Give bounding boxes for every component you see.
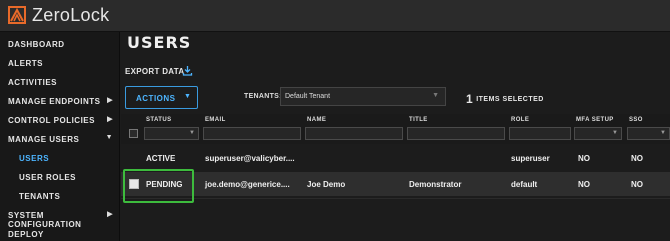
sidebar: DASHBOARD ALERTS ACTIVITIES MANAGE ENDPO…	[0, 32, 120, 241]
table-divider	[121, 198, 670, 199]
sidebar-item-label: ALERTS	[8, 59, 43, 68]
status-filter-select[interactable]: ▼	[144, 127, 199, 140]
title-filter-input[interactable]	[407, 127, 505, 140]
tenants-label: TENANTS:	[244, 93, 282, 100]
chevron-right-icon: ▶	[107, 116, 113, 123]
status-cell: ACTIVE	[146, 154, 176, 163]
tenant-select[interactable]: Default Tenant ▼	[280, 87, 446, 106]
column-header-email[interactable]: EMAIL	[205, 117, 226, 123]
selection-count: 1 ITEMS SELECTED	[466, 90, 544, 106]
mfa-filter-select[interactable]: ▼	[574, 127, 622, 140]
sidebar-item-label: CONTROL POLICIES	[8, 116, 95, 125]
table-row[interactable]: ACTIVE superuser@valicyber.... superuser…	[121, 146, 670, 170]
sidebar-item-activities[interactable]: ACTIVITIES	[0, 72, 120, 91]
table-row[interactable]: PENDING joe.demo@generice.... Joe Demo D…	[121, 172, 670, 196]
title-cell: Demonstrator	[409, 180, 462, 189]
sidebar-item-control-policies[interactable]: CONTROL POLICIES ▶	[0, 110, 120, 129]
caret-down-icon: ▼	[612, 130, 618, 136]
tenant-select-value: Default Tenant	[285, 93, 331, 100]
selection-count-number: 1	[466, 92, 474, 106]
actions-label: ACTIONS	[136, 94, 176, 103]
sidebar-item-tenants[interactable]: TENANTS	[0, 186, 120, 205]
select-all-checkbox[interactable]	[129, 129, 138, 138]
column-header-status[interactable]: STATUS	[146, 117, 172, 123]
sidebar-item-user-roles[interactable]: USER ROLES	[0, 167, 120, 186]
caret-down-icon: ▼	[184, 93, 191, 100]
sidebar-item-label: MANAGE USERS	[8, 135, 80, 144]
role-filter-input[interactable]	[509, 127, 571, 140]
column-header-role[interactable]: ROLE	[511, 117, 529, 123]
name-cell: Joe Demo	[307, 180, 346, 189]
export-data-link[interactable]: EXPORT DATA	[125, 67, 184, 76]
mfa-cell: NO	[578, 154, 590, 163]
sidebar-item-dashboard[interactable]: DASHBOARD	[0, 34, 120, 53]
sidebar-item-deploy[interactable]: DEPLOY	[0, 224, 120, 241]
name-filter-input[interactable]	[305, 127, 403, 140]
main-content: USERS EXPORT DATA ACTIONS ▼ TENANTS: Def…	[121, 32, 670, 241]
role-cell: superuser	[511, 154, 550, 163]
caret-down-icon: ▼	[189, 130, 195, 136]
column-header-sso[interactable]: SSO	[629, 117, 643, 123]
zerolock-logo-icon	[8, 6, 26, 24]
download-icon[interactable]	[182, 65, 193, 76]
email-cell: joe.demo@generice....	[205, 180, 290, 189]
column-header-title[interactable]: TITLE	[409, 117, 428, 123]
page-title: USERS	[127, 33, 192, 52]
column-header-mfa-setup[interactable]: MFA SETUP	[576, 117, 614, 123]
sidebar-item-label: USER ROLES	[19, 173, 77, 182]
sso-filter-select[interactable]: ▼	[627, 127, 670, 140]
sidebar-item-label: DASHBOARD	[8, 40, 65, 49]
sidebar-item-users[interactable]: USERS	[0, 148, 120, 167]
selection-highlight-box	[123, 169, 194, 203]
top-bar: ZeroLock	[0, 0, 670, 32]
selection-count-text: ITEMS SELECTED	[476, 96, 544, 103]
table-header: STATUS EMAIL NAME TITLE ROLE MFA SETUP S…	[121, 114, 670, 144]
sidebar-item-label: MANAGE ENDPOINTS	[8, 97, 101, 106]
role-cell: default	[511, 180, 538, 189]
actions-button[interactable]: ACTIONS ▼	[125, 86, 198, 109]
email-filter-input[interactable]	[203, 127, 301, 140]
sidebar-item-label: USERS	[19, 154, 50, 163]
chevron-right-icon: ▶	[107, 97, 113, 104]
caret-down-icon: ▼	[432, 92, 439, 99]
sidebar-item-label: ACTIVITIES	[8, 78, 58, 87]
sidebar-item-manage-users[interactable]: MANAGE USERS ▼	[0, 129, 120, 148]
column-header-name[interactable]: NAME	[307, 117, 326, 123]
chevron-down-icon: ▼	[105, 134, 113, 141]
sso-cell: NO	[631, 154, 643, 163]
sidebar-item-manage-endpoints[interactable]: MANAGE ENDPOINTS ▶	[0, 91, 120, 110]
sidebar-item-alerts[interactable]: ALERTS	[0, 53, 120, 72]
sidebar-item-system-configuration[interactable]: SYSTEM CONFIGURATION ▶	[0, 205, 120, 229]
sso-cell: NO	[631, 180, 643, 189]
chevron-right-icon: ▶	[107, 211, 113, 218]
sidebar-item-label: DEPLOY	[8, 230, 44, 239]
caret-down-icon: ▼	[660, 130, 666, 136]
email-cell: superuser@valicyber....	[205, 154, 295, 163]
sidebar-item-label: TENANTS	[19, 192, 61, 201]
app-title: ZeroLock	[32, 5, 110, 25]
mfa-cell: NO	[578, 180, 590, 189]
